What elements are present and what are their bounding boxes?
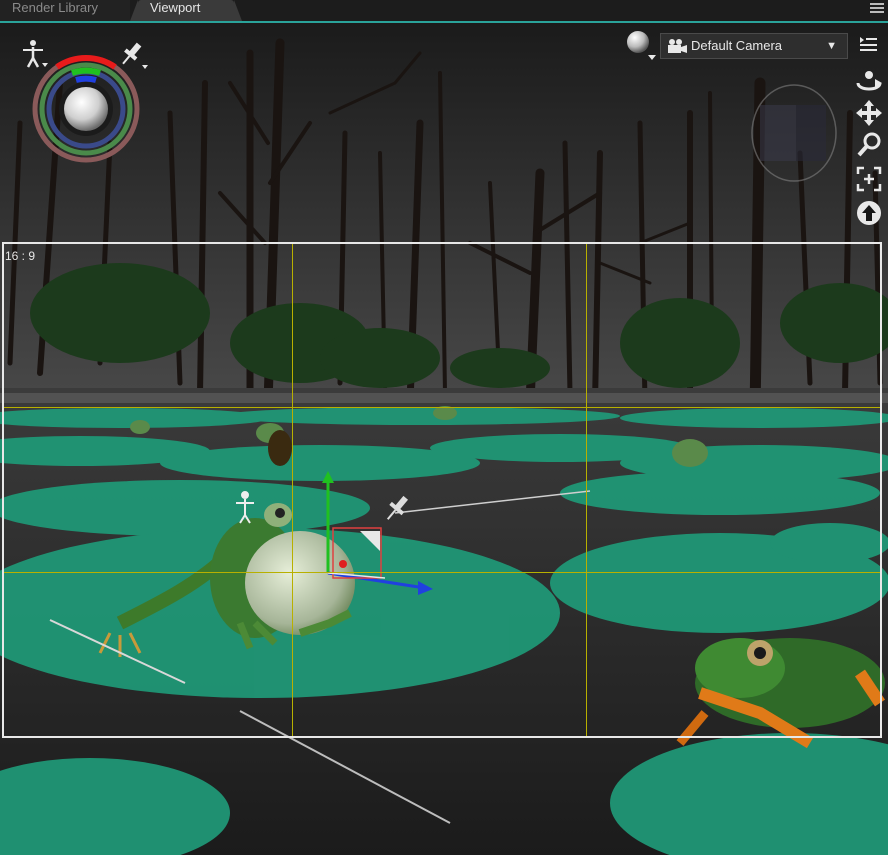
orbit-icon[interactable] — [855, 67, 883, 95]
panel-options-icon[interactable] — [855, 33, 883, 61]
up-arrow-icon[interactable] — [855, 199, 883, 227]
tab-bar: Render Library Viewport — [0, 0, 888, 23]
thirds-guide-h1 — [4, 407, 880, 408]
aspect-frame — [2, 242, 882, 738]
thirds-guide-v2 — [586, 244, 587, 736]
view-cube-icon[interactable] — [760, 83, 830, 183]
thirds-guide-v1 — [292, 244, 293, 736]
camera-icon — [668, 39, 687, 53]
tab-viewport[interactable]: Viewport — [130, 0, 242, 21]
figure-icon[interactable] — [20, 39, 50, 69]
viewport[interactable]: 16 : 9 Default Camera ▼ — [0, 23, 888, 855]
navigation-sphere[interactable] — [35, 58, 137, 160]
aspect-ratio-label: 16 : 9 — [5, 249, 36, 263]
thirds-guide-h2 — [4, 572, 880, 573]
sphere-shading-icon[interactable] — [624, 29, 658, 61]
camera-select-value: Default Camera — [691, 38, 783, 53]
frame-icon[interactable] — [855, 165, 883, 193]
zoom-icon[interactable] — [855, 131, 883, 159]
tab-render-library[interactable]: Render Library — [0, 0, 130, 21]
pin-icon[interactable] — [120, 41, 150, 71]
camera-select[interactable]: Default Camera ▼ — [660, 33, 848, 59]
panel-menu-icon[interactable] — [870, 2, 884, 16]
chevron-down-icon: ▼ — [826, 40, 837, 52]
pan-icon[interactable] — [855, 99, 883, 127]
